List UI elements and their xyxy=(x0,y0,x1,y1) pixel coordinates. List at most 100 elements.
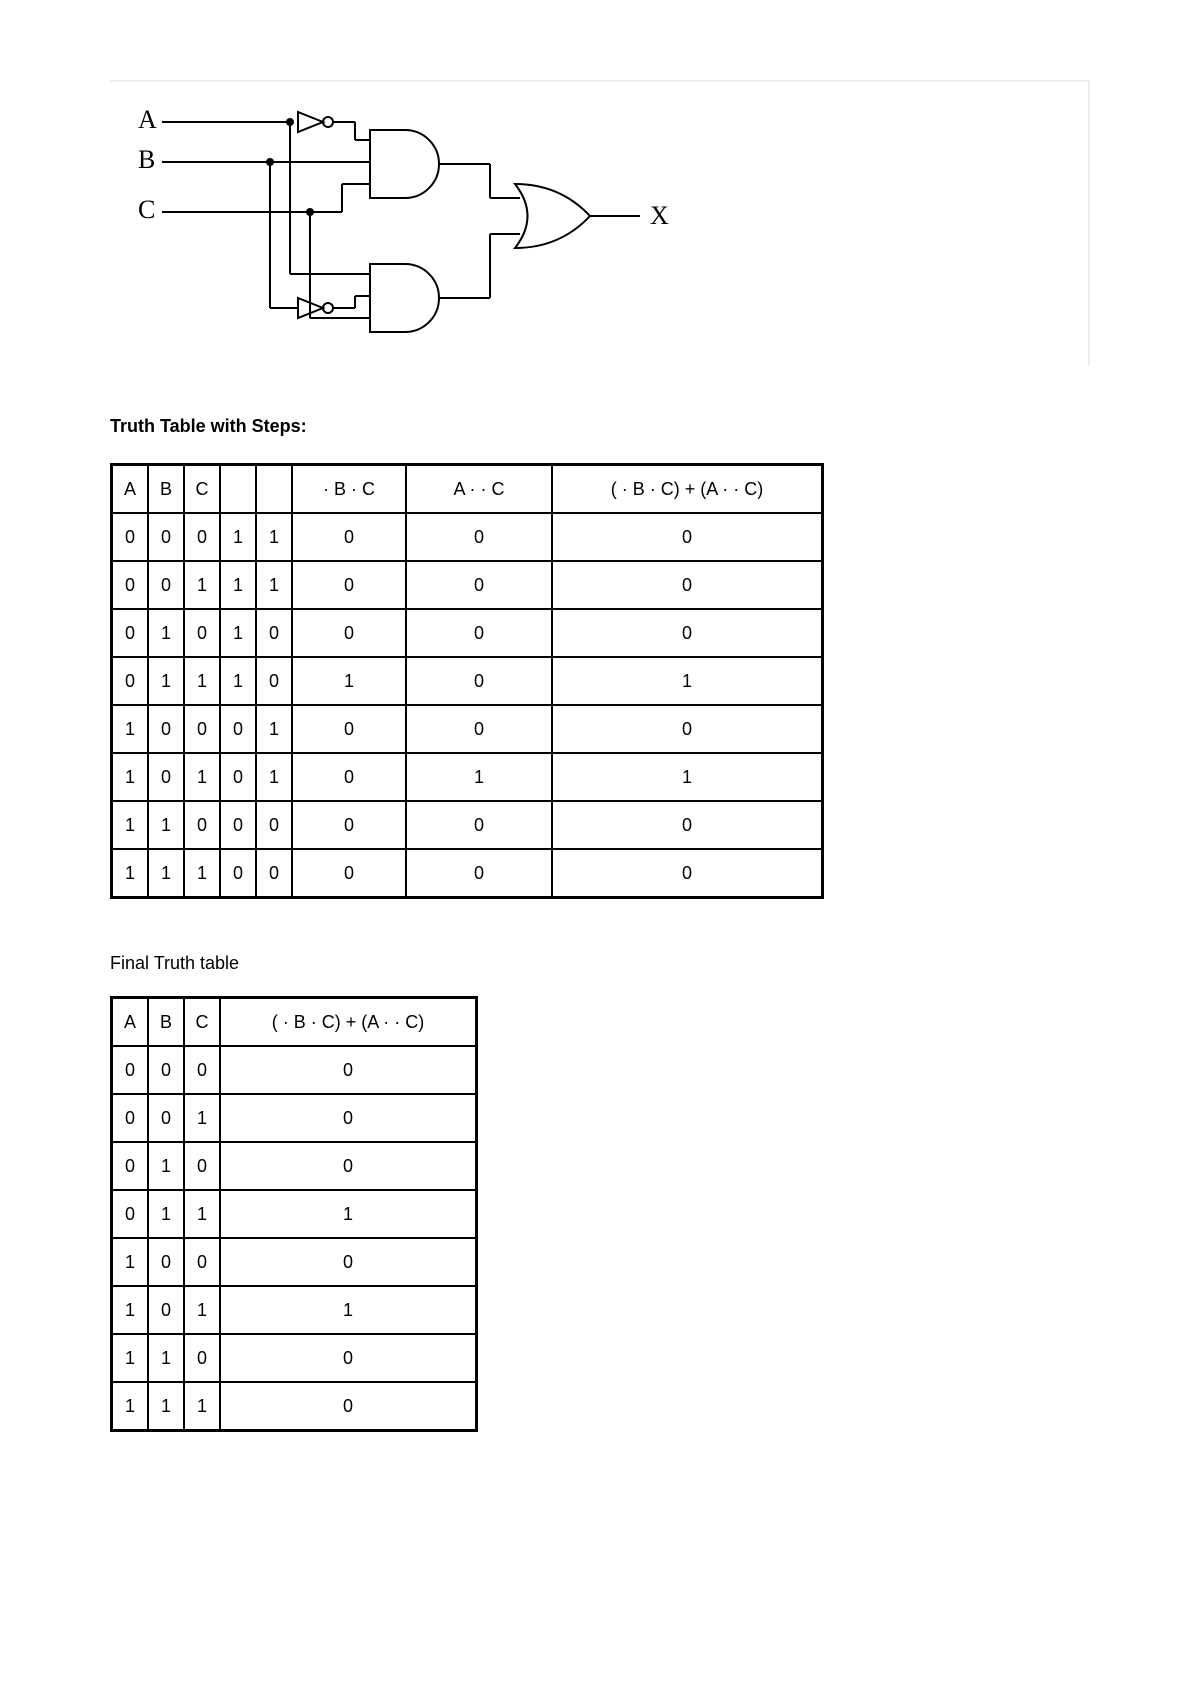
table-cell: 0 xyxy=(112,657,149,705)
table-cell: 1 xyxy=(148,609,184,657)
table-row: 10001000 xyxy=(112,705,823,753)
table-cell: 0 xyxy=(292,561,406,609)
col-A: A xyxy=(112,465,149,514)
and-gate-bottom xyxy=(370,264,439,332)
table-cell: 1 xyxy=(220,1286,477,1334)
truth-table-steps: A B C · B · C A · · C ( · B · C) + (A · … xyxy=(110,463,824,899)
or-gate xyxy=(515,184,590,248)
table-cell: 0 xyxy=(256,609,292,657)
table-cell: 1 xyxy=(112,753,149,801)
col-B: B xyxy=(148,465,184,514)
table-cell: 0 xyxy=(148,1238,184,1286)
input-label-A: A xyxy=(138,105,157,134)
table-cell: 1 xyxy=(184,1286,220,1334)
table-row: 1110 xyxy=(112,1382,477,1431)
table-row: 11100000 xyxy=(112,849,823,898)
table-cell: 0 xyxy=(184,1046,220,1094)
table-cell: 0 xyxy=(184,1238,220,1286)
table-cell: 1 xyxy=(184,849,220,898)
table-cell: 0 xyxy=(112,561,149,609)
col-A: A xyxy=(112,998,149,1047)
table-cell: 0 xyxy=(256,801,292,849)
table-cell: 0 xyxy=(184,801,220,849)
table-cell: 0 xyxy=(112,1142,149,1190)
table-cell: 0 xyxy=(292,513,406,561)
table-cell: 0 xyxy=(406,513,552,561)
table-cell: 0 xyxy=(406,657,552,705)
table-row: 01110101 xyxy=(112,657,823,705)
table-cell: 0 xyxy=(112,609,149,657)
col-X: ( · B · C) + (A · · C) xyxy=(220,998,477,1047)
table-cell: 0 xyxy=(406,609,552,657)
and-gate-top xyxy=(370,130,439,198)
table-cell: 0 xyxy=(256,657,292,705)
table-cell: 1 xyxy=(112,705,149,753)
not-gate-bottom xyxy=(298,298,333,318)
table-cell: 0 xyxy=(292,849,406,898)
input-label-B: B xyxy=(138,145,155,174)
col-sum: ( · B · C) + (A · · C) xyxy=(552,465,823,514)
table-cell: 0 xyxy=(220,1094,477,1142)
circuit-diagram: .wire{stroke:#000;stroke-width:2;fill:no… xyxy=(110,80,1090,366)
table-row: 00111000 xyxy=(112,561,823,609)
table-cell: 0 xyxy=(220,1334,477,1382)
table-cell: 1 xyxy=(184,561,220,609)
table-cell: 0 xyxy=(220,1382,477,1431)
table-cell: 0 xyxy=(184,513,220,561)
table-cell: 1 xyxy=(184,657,220,705)
not-gate-top xyxy=(298,112,333,132)
truth-table-final: A B C ( · B · C) + (A · · C) 00000010010… xyxy=(110,996,478,1432)
table-cell: 1 xyxy=(112,1334,149,1382)
logic-circuit-svg: .wire{stroke:#000;stroke-width:2;fill:no… xyxy=(120,88,680,348)
table-cell: 0 xyxy=(220,1142,477,1190)
table-row: 1011 xyxy=(112,1286,477,1334)
table-cell: 1 xyxy=(184,753,220,801)
table-cell: 1 xyxy=(220,609,256,657)
table-cell: 0 xyxy=(148,1094,184,1142)
table-cell: 0 xyxy=(406,849,552,898)
table-cell: 0 xyxy=(184,1334,220,1382)
col-term1: · B · C xyxy=(292,465,406,514)
table-cell: 1 xyxy=(256,513,292,561)
table-cell: 1 xyxy=(184,1382,220,1431)
table-cell: 1 xyxy=(148,1142,184,1190)
table-cell: 0 xyxy=(552,561,823,609)
table-row: 0111 xyxy=(112,1190,477,1238)
table-row: 1100 xyxy=(112,1334,477,1382)
table-cell: 0 xyxy=(220,705,256,753)
table-cell: 1 xyxy=(148,801,184,849)
table-cell: 1 xyxy=(148,1382,184,1431)
table-cell: 1 xyxy=(184,1190,220,1238)
col-B: B xyxy=(148,998,184,1047)
table-cell: 0 xyxy=(148,1046,184,1094)
table-cell: 0 xyxy=(148,561,184,609)
table-row: 1000 xyxy=(112,1238,477,1286)
table-cell: 1 xyxy=(256,561,292,609)
table-cell: 1 xyxy=(112,801,149,849)
table-cell: 0 xyxy=(148,753,184,801)
col-C: C xyxy=(184,998,220,1047)
table-cell: 0 xyxy=(220,801,256,849)
output-label: X xyxy=(650,201,669,230)
table-cell: 0 xyxy=(552,705,823,753)
table-cell: 0 xyxy=(256,849,292,898)
input-label-C: C xyxy=(138,195,155,224)
table-cell: 0 xyxy=(220,1046,477,1094)
table-cell: 1 xyxy=(292,657,406,705)
table-cell: 1 xyxy=(552,657,823,705)
table-cell: 0 xyxy=(220,753,256,801)
table-cell: 0 xyxy=(292,801,406,849)
table-row: 0010 xyxy=(112,1094,477,1142)
section-title-final: Final Truth table xyxy=(110,953,1090,974)
table-cell: 1 xyxy=(112,1382,149,1431)
table-cell: 1 xyxy=(184,1094,220,1142)
table-cell: 0 xyxy=(552,801,823,849)
table-cell: 0 xyxy=(552,849,823,898)
table-row: 0000 xyxy=(112,1046,477,1094)
table-cell: 0 xyxy=(184,705,220,753)
table-header-row: A B C ( · B · C) + (A · · C) xyxy=(112,998,477,1047)
table-cell: 0 xyxy=(112,1046,149,1094)
table-cell: 1 xyxy=(406,753,552,801)
table-cell: 1 xyxy=(220,513,256,561)
table-row: 01010000 xyxy=(112,609,823,657)
